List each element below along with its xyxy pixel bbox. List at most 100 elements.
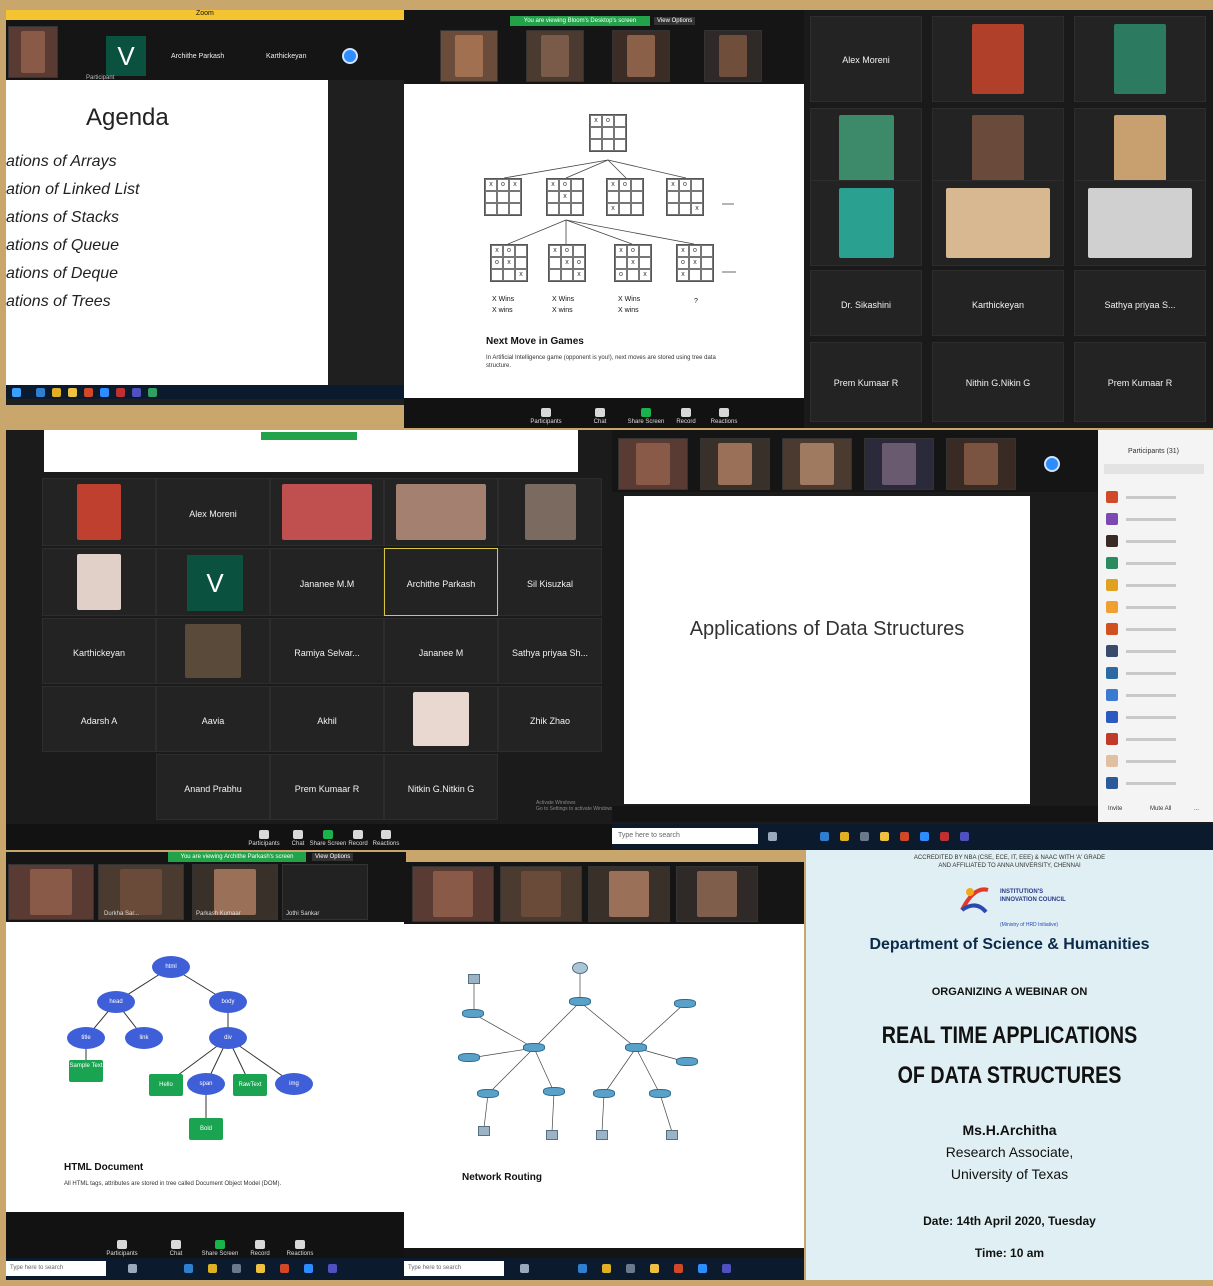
participant-video[interactable]: [782, 438, 852, 490]
participant-row[interactable]: [1104, 664, 1213, 682]
participant-video[interactable]: [1074, 108, 1206, 188]
next-page-button[interactable]: [1044, 456, 1060, 472]
participant-tile[interactable]: Prem Kumaar R: [810, 342, 922, 422]
participants-search[interactable]: [1104, 464, 1204, 474]
participant-video[interactable]: [42, 478, 156, 546]
participant-row[interactable]: [1104, 708, 1213, 726]
participant-tile[interactable]: Alex Moreni: [810, 16, 922, 102]
zoom-icon[interactable]: [920, 832, 929, 841]
cortana-icon[interactable]: [520, 1264, 529, 1273]
participant-tile[interactable]: Akhil: [270, 686, 384, 752]
zoom-icon[interactable]: [100, 388, 109, 397]
participant-video[interactable]: [384, 686, 498, 752]
app-icon[interactable]: [960, 832, 969, 841]
invite-button[interactable]: Invite: [1108, 806, 1122, 812]
participant-row[interactable]: [1104, 686, 1213, 704]
participant-video[interactable]: [498, 478, 602, 546]
participant-video[interactable]: [1074, 16, 1206, 102]
participant-tile[interactable]: Adarsh A: [42, 686, 156, 752]
participant-tile[interactable]: Prem Kumaar R: [270, 754, 384, 820]
participant-tile[interactable]: Nithin G.Nikin G: [932, 342, 1064, 422]
participant-row[interactable]: [1104, 620, 1213, 638]
app-icon[interactable]: [328, 1264, 337, 1273]
participant-tile[interactable]: Sathya priyaa S...: [1074, 270, 1206, 336]
chat-button[interactable]: Chat: [580, 408, 620, 425]
participant-video[interactable]: [384, 478, 498, 546]
edge-icon[interactable]: [36, 388, 45, 397]
cortana-icon[interactable]: [128, 1264, 137, 1273]
participant-tile[interactable]: Jananee M: [384, 618, 498, 684]
participant-tile[interactable]: Sathya priyaa Sh...: [498, 618, 602, 684]
participant-row[interactable]: [1104, 510, 1213, 528]
participant-row[interactable]: [1104, 554, 1213, 572]
folder-icon[interactable]: [68, 388, 77, 397]
taskbar-search[interactable]: Type here to search: [6, 1261, 106, 1276]
participants-button[interactable]: Participants: [102, 1240, 142, 1257]
participant-video[interactable]: [1074, 180, 1206, 266]
participant-video[interactable]: [270, 478, 384, 546]
chat-button[interactable]: Chat: [156, 1240, 196, 1257]
participant-video[interactable]: [932, 16, 1064, 102]
participant-video[interactable]: [810, 108, 922, 188]
next-page-button[interactable]: [342, 48, 358, 64]
participant-tile[interactable]: Karthickeyan: [932, 270, 1064, 336]
edge-icon[interactable]: [578, 1264, 587, 1273]
powerpoint-icon[interactable]: [900, 832, 909, 841]
participant-tile[interactable]: V: [156, 548, 270, 616]
participant-video[interactable]: [618, 438, 688, 490]
reactions-button[interactable]: Reactions: [366, 830, 406, 847]
reactions-button[interactable]: Reactions: [280, 1240, 320, 1257]
chrome-icon[interactable]: [840, 832, 849, 841]
participant-tile-active-speaker[interactable]: Archithe Parkash: [384, 548, 498, 616]
share-screen-button[interactable]: Share Screen: [200, 1240, 240, 1257]
participants-button[interactable]: Participants: [526, 408, 566, 425]
edge-icon[interactable]: [820, 832, 829, 841]
app-icon[interactable]: [722, 1264, 731, 1273]
participant-row[interactable]: [1104, 774, 1213, 792]
participant-tile[interactable]: Zhik Zhao: [498, 686, 602, 752]
participant-tile[interactable]: Karthickeyan: [42, 618, 156, 684]
participant-video[interactable]: [700, 438, 770, 490]
start-icon[interactable]: [12, 388, 21, 397]
chrome-icon[interactable]: [208, 1264, 217, 1273]
participant-video[interactable]: [946, 438, 1016, 490]
reactions-button[interactable]: Reactions: [704, 408, 744, 425]
calculator-icon[interactable]: [626, 1264, 635, 1273]
powerpoint-icon[interactable]: [674, 1264, 683, 1273]
taskbar-search[interactable]: Type here to search: [404, 1261, 504, 1276]
powerpoint-icon[interactable]: [84, 388, 93, 397]
chrome-icon[interactable]: [52, 388, 61, 397]
participant-tile[interactable]: Sil Kisuzkal: [498, 548, 602, 616]
participant-tile[interactable]: Nitkin G.Nitkin G: [384, 754, 498, 820]
participant-video[interactable]: [932, 108, 1064, 188]
participant-tile[interactable]: Aavia: [156, 686, 270, 752]
app-icon[interactable]: [116, 388, 125, 397]
participant-tile[interactable]: Alex Moreni: [156, 478, 270, 546]
participant-row[interactable]: [1104, 488, 1213, 506]
record-button[interactable]: Record: [240, 1240, 280, 1257]
taskbar-search[interactable]: Type here to search: [612, 828, 758, 844]
participant-row[interactable]: [1104, 730, 1213, 748]
participant-row[interactable]: [1104, 532, 1213, 550]
cortana-icon[interactable]: [768, 832, 777, 841]
avatar[interactable]: V: [106, 36, 146, 76]
participant-row[interactable]: [1104, 576, 1213, 594]
zoom-icon[interactable]: [698, 1264, 707, 1273]
participant-tile[interactable]: Prem Kumaar R: [1074, 342, 1206, 422]
share-screen-button[interactable]: Share Screen: [626, 408, 666, 425]
powerpoint-icon[interactable]: [280, 1264, 289, 1273]
participant-row[interactable]: [1104, 642, 1213, 660]
folder-icon[interactable]: [650, 1264, 659, 1273]
chrome-icon[interactable]: [602, 1264, 611, 1273]
participant-video[interactable]: [810, 180, 922, 266]
folder-icon[interactable]: [880, 832, 889, 841]
participant-tile[interactable]: Anand Prabhu: [156, 754, 270, 820]
more-button[interactable]: ...: [1194, 806, 1199, 812]
calculator-icon[interactable]: [860, 832, 869, 841]
mute-all-button[interactable]: Mute All: [1150, 806, 1171, 812]
participant-video[interactable]: [156, 618, 270, 684]
participant-video[interactable]: [42, 548, 156, 616]
app-icon[interactable]: [132, 388, 141, 397]
participant-tile[interactable]: Ramiya Selvar...: [270, 618, 384, 684]
app-icon[interactable]: [940, 832, 949, 841]
